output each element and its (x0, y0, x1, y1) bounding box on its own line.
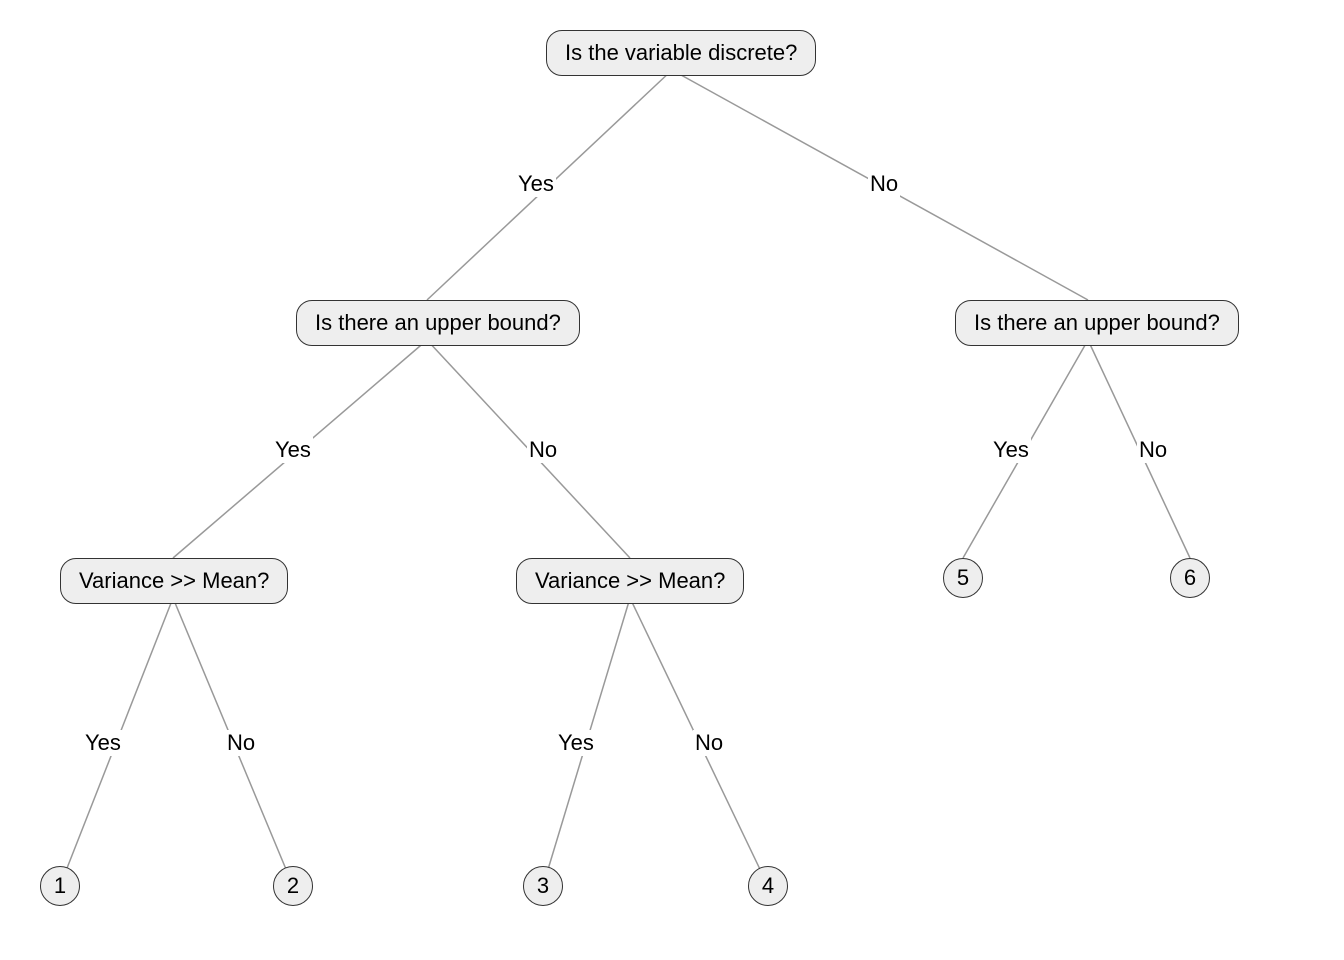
node-upper-bound-left: Is there an upper bound? (296, 300, 580, 346)
leaf-1: 1 (40, 866, 80, 906)
edge-label-yes: Yes (556, 730, 596, 756)
leaf-label: 1 (54, 873, 66, 899)
leaf-label: 4 (762, 873, 774, 899)
edge-label-no: No (225, 730, 257, 756)
node-upper-bound-right: Is there an upper bound? (955, 300, 1239, 346)
edge-label-no: No (1137, 437, 1169, 463)
node-variable-discrete: Is the variable discrete? (546, 30, 816, 76)
node-variance-left: Variance >> Mean? (60, 558, 288, 604)
leaf-6: 6 (1170, 558, 1210, 598)
leaf-4: 4 (748, 866, 788, 906)
edge-label-yes: Yes (83, 730, 123, 756)
edge-label-no: No (693, 730, 725, 756)
leaf-2: 2 (273, 866, 313, 906)
node-label: Is the variable discrete? (565, 40, 797, 65)
node-label: Variance >> Mean? (535, 568, 725, 593)
edge-label-yes: Yes (273, 437, 313, 463)
connector-lines (0, 0, 1344, 960)
leaf-label: 3 (537, 873, 549, 899)
node-label: Is there an upper bound? (974, 310, 1220, 335)
node-label: Is there an upper bound? (315, 310, 561, 335)
edge-label-yes: Yes (516, 171, 556, 197)
node-variance-right: Variance >> Mean? (516, 558, 744, 604)
leaf-label: 2 (287, 873, 299, 899)
leaf-label: 6 (1184, 565, 1196, 591)
leaf-5: 5 (943, 558, 983, 598)
edge-label-no: No (527, 437, 559, 463)
leaf-3: 3 (523, 866, 563, 906)
edge-label-no: No (868, 171, 900, 197)
node-label: Variance >> Mean? (79, 568, 269, 593)
leaf-label: 5 (957, 565, 969, 591)
edge-label-yes: Yes (991, 437, 1031, 463)
